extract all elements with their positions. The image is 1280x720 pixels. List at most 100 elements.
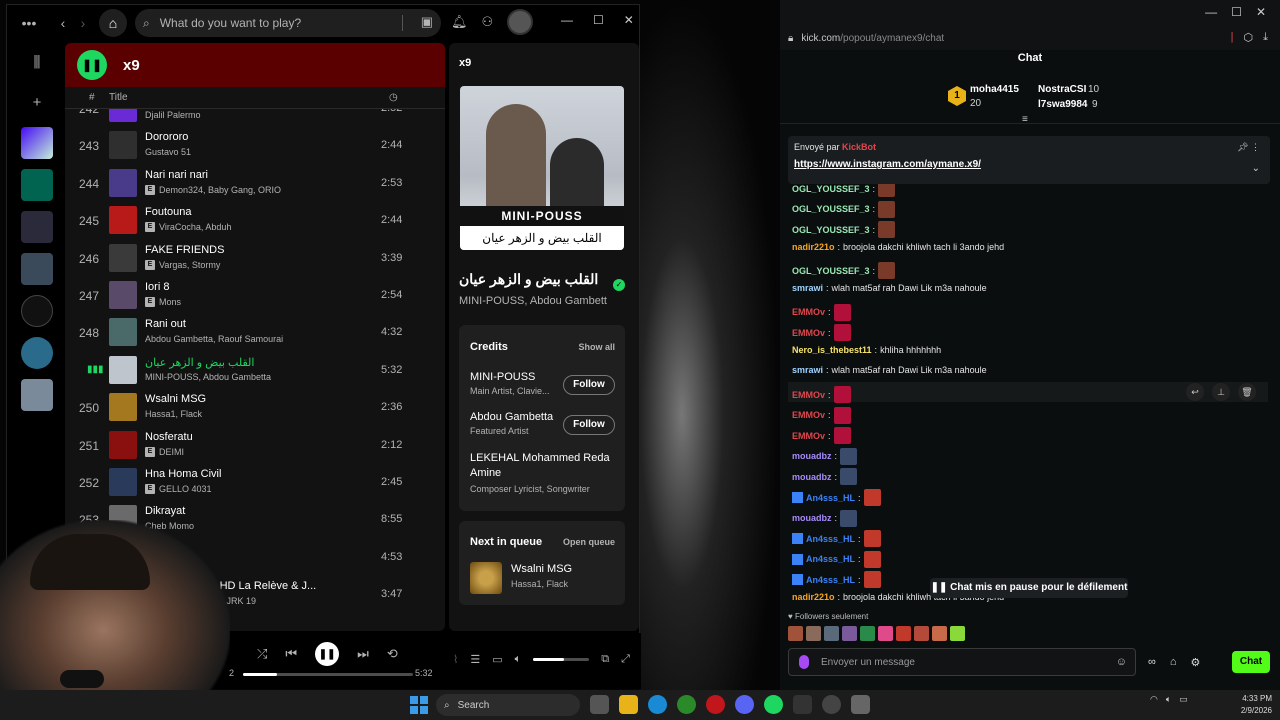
track-row-playing[interactable]: ▮▮▮ القلب بيض و الزهر عيان MINI-POUSS, Abd… [65, 352, 445, 389]
forward-icon[interactable]: › [71, 11, 95, 35]
minimize-icon[interactable]: — [561, 13, 573, 27]
miniplayer-icon[interactable]: ⧉ [601, 653, 609, 666]
chat-username[interactable]: mouadbz [792, 513, 832, 523]
chat-username[interactable]: OGL_YOUSSEF_3 [792, 266, 870, 276]
pinned-bot-name[interactable]: KickBot [842, 142, 876, 152]
track-title[interactable]: Foutouna [145, 206, 191, 218]
queue-icon[interactable]: ☰ [470, 653, 480, 666]
track-artist[interactable]: Gustavo 51 [145, 147, 191, 157]
track-artist[interactable]: Vargas, Stormy [159, 260, 220, 270]
now-playing-artists[interactable]: MINI-POUSS, Abdou Gambett [459, 295, 607, 307]
close-icon[interactable]: ✕ [624, 13, 634, 27]
track-artist[interactable]: DEIMI [159, 447, 184, 457]
chat-username[interactable]: Nero_is_thebest11 [792, 345, 872, 355]
chat-username[interactable]: An4sss_HL [806, 534, 855, 544]
track-artist[interactable]: MINI-POUSS, Abdou Gambetta [145, 372, 271, 382]
windows-start-icon[interactable] [410, 696, 428, 714]
queue-song[interactable]: Wsalni MSG [511, 563, 572, 575]
now-playing-title[interactable]: القلب بيض و الزهر عيان [459, 271, 598, 288]
artist-tile[interactable] [21, 337, 53, 369]
address-bar[interactable]: 🔒︎ kick.com/popout/aymanex9/chat | ⬡ ⤓ [780, 26, 1280, 50]
search-input[interactable]: ⌕ What do you want to play? ▣ [135, 9, 441, 37]
chat-username[interactable]: An4sss_HL [806, 493, 855, 503]
volume-slider[interactable] [533, 658, 590, 661]
track-row[interactable]: 242 Djalil Palermo 2:52 [65, 109, 445, 127]
obs-icon[interactable] [822, 695, 841, 714]
chat-username[interactable]: EMMOv [792, 390, 825, 400]
track-title[interactable]: Nari nari nari [145, 169, 208, 181]
follow-button[interactable]: Follow [563, 375, 615, 395]
clock[interactable]: 4:33 PM 2/9/2026 [1228, 693, 1272, 717]
emote[interactable] [788, 626, 803, 641]
plus-icon[interactable]: + [11, 87, 63, 119]
track-title[interactable]: Rani out [145, 318, 186, 330]
track-title[interactable]: Nosferatu [145, 431, 193, 443]
chat-username[interactable]: OGL_YOUSSEF_3 [792, 204, 870, 214]
store-icon[interactable]: ⌂ [1170, 656, 1177, 669]
repeat-icon[interactable]: ⟲ [387, 646, 398, 662]
chat-username[interactable]: OGL_YOUSSEF_3 [792, 184, 870, 194]
reply-icon[interactable]: ↩ [1186, 383, 1204, 401]
track-title[interactable]: Dorororo [145, 131, 188, 143]
download-icon[interactable]: ⤓ [1263, 31, 1268, 44]
chat-username[interactable]: EMMOv [792, 328, 825, 338]
more-icon[interactable]: ••• [17, 11, 41, 35]
profile-avatar[interactable] [507, 9, 534, 35]
wifi-icon[interactable]: ◠ [1150, 694, 1158, 705]
leader-name[interactable]: moha4415 [970, 84, 1019, 95]
open-queue-link[interactable]: Open queue [563, 537, 615, 547]
chat-username[interactable]: EMMOv [792, 307, 825, 317]
track-row[interactable]: 244 Nari nari nari E Demon324, Baby Gang, O… [65, 165, 445, 202]
track-artist[interactable]: GELLO 4031 [159, 484, 212, 494]
track-artist[interactable]: Abdou Gambetta, Raouf Samourai [145, 334, 283, 344]
emote[interactable] [806, 626, 821, 641]
playlist-tile[interactable] [21, 253, 53, 285]
task-view-icon[interactable] [590, 695, 609, 714]
pause-button[interactable]: ❚❚ [315, 642, 340, 666]
emote[interactable] [878, 626, 893, 641]
chat-username[interactable]: EMMOv [792, 431, 825, 441]
track-title[interactable]: Hna Homa Civil [145, 468, 221, 480]
shuffle-icon[interactable]: ⤮ [257, 646, 267, 662]
track-row[interactable]: 243 Dorororo Gustavo 51 2:44 [65, 127, 445, 164]
home-button[interactable]: ⌂ [99, 9, 127, 37]
emote[interactable] [842, 626, 857, 641]
points-icon[interactable]: ∞ [1148, 656, 1156, 669]
next-icon[interactable]: ⏭ [357, 646, 369, 662]
chat-input[interactable]: Envoyer un message ☺ [788, 648, 1136, 676]
chat-username[interactable]: nadir221o [792, 592, 835, 602]
emote[interactable] [860, 626, 875, 641]
microphone-icon[interactable] [799, 655, 809, 669]
track-row[interactable]: 252 Hna Homa Civil E GELLO 4031 2:45 [65, 464, 445, 501]
maximize-icon[interactable]: ☐ [593, 13, 604, 27]
settings-icon[interactable]: ⚙ [1191, 656, 1201, 669]
track-title[interactable]: القلب بيض و الزهر عيان [145, 356, 254, 369]
emote[interactable] [824, 626, 839, 641]
chat-paused-banner[interactable]: ❚❚ Chat mis en pause pour le défilement [930, 578, 1128, 598]
track-title[interactable]: Wsalni MSG [145, 393, 206, 405]
chat-username[interactable]: nadir221o [792, 242, 835, 252]
pin-icon[interactable]: ⊥ [1212, 383, 1230, 401]
artist-tile[interactable] [21, 379, 53, 411]
pinned-link[interactable]: https://www.instagram.com/aymane.x9/ [794, 159, 981, 170]
battery-icon[interactable]: ▭ [1179, 694, 1188, 705]
track-row[interactable]: 246 FAKE FRIENDS E Vargas, Stormy 3:39 [65, 240, 445, 277]
emote[interactable] [950, 626, 965, 641]
pin-icon[interactable]: 📌︎ ⋮ [1237, 142, 1260, 153]
playlist-tile[interactable] [21, 211, 53, 243]
chat-username[interactable]: mouadbz [792, 451, 832, 461]
capcut-icon[interactable] [793, 695, 812, 714]
pause-button[interactable]: ❚❚ [77, 50, 107, 80]
emote[interactable] [914, 626, 929, 641]
chat-username[interactable]: An4sss_HL [806, 554, 855, 564]
follow-button[interactable]: Follow [563, 415, 615, 435]
emoji-icon[interactable]: ☺ [1116, 656, 1127, 668]
chat-username[interactable]: EMMOv [792, 410, 825, 420]
edge-icon[interactable] [648, 695, 667, 714]
chat-username[interactable]: An4sss_HL [806, 575, 855, 585]
track-row[interactable]: 247 Iori 8 E Mons 2:54 [65, 277, 445, 314]
progress-bar[interactable] [243, 673, 413, 676]
track-title[interactable]: Iori 8 [145, 281, 169, 293]
chat-username[interactable]: OGL_YOUSSEF_3 [792, 225, 870, 235]
close-icon[interactable]: ✕ [1256, 5, 1266, 19]
